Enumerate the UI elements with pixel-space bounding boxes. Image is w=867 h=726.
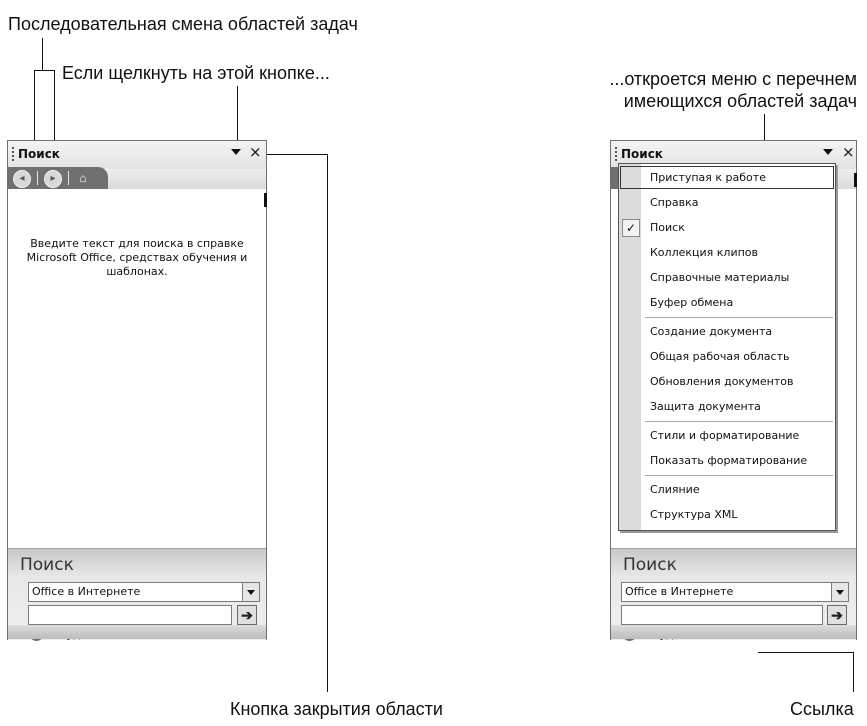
- nav-bar-background: [100, 169, 266, 189]
- go-arrow-icon[interactable]: ➔: [237, 605, 257, 625]
- nav-separator: [68, 171, 69, 185]
- task-pane-title: Поиск: [621, 147, 663, 161]
- menu-item-clipboard[interactable]: Буфер обмена: [619, 290, 835, 315]
- menu-item-label: Буфер обмена: [650, 296, 734, 309]
- pane-bottom-bar: [8, 625, 266, 639]
- callout-line: [853, 652, 854, 692]
- task-pane-title: Поиск: [18, 147, 60, 161]
- help-text-line: Microsoft Office, средствах обучения и: [26, 251, 248, 264]
- task-pane-title-bar: Поиск ×: [8, 141, 266, 169]
- menu-item-label: Справочные материалы: [650, 271, 790, 284]
- menu-item-label: Создание документа: [650, 325, 773, 338]
- go-arrow-icon[interactable]: ➔: [827, 605, 847, 625]
- menu-item-label: Приступая к работе: [650, 171, 766, 184]
- pane-bottom-bar: [611, 625, 856, 639]
- chevron-down-icon[interactable]: [242, 583, 259, 601]
- menu-item-label: Справка: [650, 196, 699, 209]
- home-icon[interactable]: ⌂: [74, 170, 92, 186]
- search-scope-select[interactable]: Office в Интернете: [621, 582, 849, 602]
- menu-separator: [645, 421, 833, 422]
- menu-item-clip-art[interactable]: Коллекция клипов: [619, 240, 835, 265]
- callout-line: [34, 70, 55, 71]
- annotation-click-button: Если щелкнуть на этой кнопке...: [62, 63, 330, 83]
- search-scope-value: Office в Интернете: [32, 585, 141, 598]
- menu-item-label: Показать форматирование: [650, 454, 808, 467]
- scrollbar-stub: [854, 173, 857, 187]
- menu-item-document-updates[interactable]: Обновления документов: [619, 369, 835, 394]
- search-input[interactable]: [621, 605, 823, 625]
- task-pane-left: Поиск × ◂ ▸ ⌂ Введите текст для поиска в…: [7, 140, 267, 641]
- menu-item-label: Слияние: [650, 483, 700, 496]
- menu-item-styles-formatting[interactable]: Стили и форматирование: [619, 423, 835, 448]
- navigation-bar: ◂ ▸ ⌂: [8, 167, 108, 189]
- dropdown-arrow-icon[interactable]: [823, 149, 833, 155]
- menu-item-xml-structure[interactable]: Структура XML: [619, 502, 835, 527]
- menu-item-label: Стили и форматирование: [650, 429, 800, 442]
- annotation-menu-opens-2: имеющихся областей задач: [623, 91, 857, 111]
- close-icon[interactable]: ×: [842, 144, 855, 160]
- annotation-menu-opens-1: ...откроется меню с перечнем: [609, 69, 857, 89]
- menu-separator: [645, 475, 833, 476]
- scrollbar-stub: [264, 193, 267, 207]
- menu-item-protect-document[interactable]: Защита документа: [619, 394, 835, 419]
- annotation-link: Ссылка: [790, 699, 854, 719]
- callout-line: [327, 154, 328, 692]
- forward-arrow-icon[interactable]: ▸: [44, 170, 62, 188]
- menu-item-label: Структура XML: [650, 508, 738, 521]
- menu-item-research[interactable]: Справочные материалы: [619, 265, 835, 290]
- menu-item-getting-started[interactable]: Приступая к работе: [619, 165, 835, 190]
- menu-item-label: Поиск: [650, 221, 685, 234]
- annotation-task-pane-navigation: Последовательная смена областей задач: [8, 14, 358, 34]
- help-text-line: шаблонах.: [106, 265, 168, 278]
- annotation-close-button: Кнопка закрытия области: [230, 699, 443, 719]
- grip-handle-icon[interactable]: [12, 147, 14, 161]
- menu-item-label: Обновления документов: [650, 375, 794, 388]
- menu-item-shared-workspace[interactable]: Общая рабочая область: [619, 344, 835, 369]
- search-scope-select[interactable]: Office в Интернете: [28, 582, 260, 602]
- close-icon[interactable]: ×: [249, 144, 262, 160]
- menu-item-label: Защита документа: [650, 400, 761, 413]
- menu-item-reveal-formatting[interactable]: Показать форматирование: [619, 448, 835, 473]
- menu-item-mail-merge[interactable]: Слияние: [619, 477, 835, 502]
- menu-item-help[interactable]: Справка: [619, 190, 835, 215]
- menu-item-label: Общая рабочая область: [650, 350, 790, 363]
- callout-line: [758, 652, 854, 653]
- dropdown-arrow-icon[interactable]: [231, 149, 241, 155]
- callout-line: [263, 154, 327, 155]
- help-text: Введите текст для поиска в справке Micro…: [22, 237, 252, 279]
- search-heading: Поиск: [623, 555, 677, 575]
- back-arrow-icon[interactable]: ◂: [13, 170, 31, 188]
- menu-separator: [645, 317, 833, 318]
- check-icon: ✓: [622, 219, 640, 237]
- menu-item-search[interactable]: ✓ Поиск: [619, 215, 835, 240]
- callout-line: [42, 38, 43, 70]
- menu-item-label: Коллекция клипов: [650, 246, 758, 259]
- search-input[interactable]: [28, 605, 232, 625]
- grip-handle-icon[interactable]: [615, 147, 617, 161]
- chevron-down-icon[interactable]: [831, 583, 848, 601]
- help-text-line: Введите текст для поиска в справке: [30, 237, 244, 250]
- callout-line: [237, 86, 238, 146]
- menu-item-new-document[interactable]: Создание документа: [619, 319, 835, 344]
- nav-separator: [37, 171, 38, 185]
- search-heading: Поиск: [20, 555, 74, 575]
- task-pane-menu: Приступая к работе Справка ✓ Поиск Колле…: [618, 163, 836, 531]
- search-scope-value: Office в Интернете: [625, 585, 734, 598]
